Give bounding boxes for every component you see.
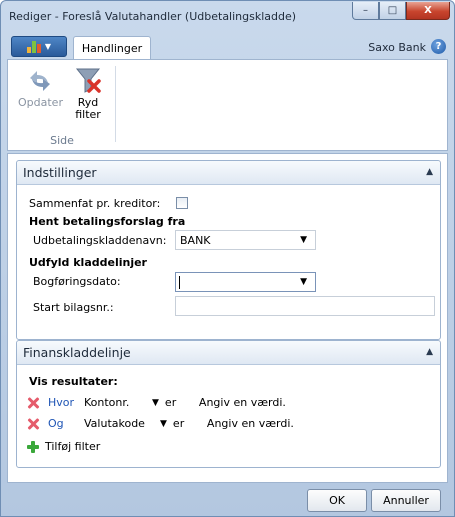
opdater-label: Opdater xyxy=(18,96,63,109)
ribbon-group-label: Side xyxy=(50,134,74,147)
fasttab-header-indstillinger[interactable]: Indstillinger ▲ xyxy=(17,161,440,185)
ribbon-separator xyxy=(115,66,116,142)
chevron-down-icon[interactable]: ▼ xyxy=(160,419,167,429)
window-title: Rediger - Foreslå Valutahandler (Udbetal… xyxy=(9,10,297,23)
fasttab-finanskladdelinje: Finanskladdelinje ▲ Vis resultater: Hvor… xyxy=(16,340,441,468)
fasttab-header-finanskladdelinje[interactable]: Finanskladdelinje ▲ xyxy=(17,341,440,365)
opdater-button[interactable]: Opdater xyxy=(18,66,63,109)
window-controls: – □ X xyxy=(352,2,450,20)
dialog-window: Rediger - Foreslå Valutahandler (Udbetal… xyxy=(0,0,455,517)
filter-row: Og Valutakode ▼ er Angiv en værdi. xyxy=(27,417,294,430)
add-icon xyxy=(27,440,39,453)
add-filter-link[interactable]: Tilføj filter xyxy=(27,440,100,453)
ryd-filter-button[interactable]: Ryd filter xyxy=(74,66,102,121)
startbilag-label: Start bilagsnr.: xyxy=(33,301,114,314)
ribbon-tab-bar: ▼ Handlinger Saxo Bank ? xyxy=(7,33,448,60)
refresh-icon xyxy=(30,71,51,91)
filter-comparison: er xyxy=(172,417,185,430)
chevron-down-icon[interactable]: ▼ xyxy=(300,277,307,287)
sammenfat-label: Sammenfat pr. kreditor: xyxy=(29,197,161,210)
tab-handlinger[interactable]: Handlinger xyxy=(73,36,151,60)
cancel-button[interactable]: Annuller xyxy=(371,489,441,512)
minimize-button[interactable]: – xyxy=(352,2,379,20)
title-bar: Rediger - Foreslå Valutahandler (Udbetal… xyxy=(1,1,454,31)
sammenfat-checkbox[interactable] xyxy=(176,197,188,209)
application-menu-button[interactable]: ▼ xyxy=(11,36,67,57)
text-caret xyxy=(179,276,180,289)
collapse-icon[interactable]: ▲ xyxy=(426,167,433,177)
delete-filter-icon[interactable] xyxy=(27,418,39,430)
filter-operator[interactable]: Hvor xyxy=(48,396,84,409)
bogforingsdato-field[interactable]: ▼ xyxy=(175,272,316,292)
collapse-icon[interactable]: ▲ xyxy=(426,347,433,357)
close-button[interactable]: X xyxy=(406,2,450,20)
add-filter-label: Tilføj filter xyxy=(45,440,101,453)
delete-filter-icon[interactable] xyxy=(27,397,39,409)
fasttab-title: Indstillinger xyxy=(23,165,97,180)
help-icon[interactable]: ? xyxy=(431,39,446,54)
vis-resultater-heading: Vis resultater: xyxy=(29,375,118,388)
filter-operator[interactable]: Og xyxy=(48,417,84,430)
company-name: Saxo Bank xyxy=(368,41,426,54)
clear-filter-icon xyxy=(75,68,101,93)
kladdenavn-label: Udbetalingskladdenavn: xyxy=(33,234,167,247)
startbilag-field[interactable] xyxy=(175,296,435,316)
bogforingsdato-label: Bogføringsdato: xyxy=(33,275,121,288)
kladdenavn-value: BANK xyxy=(180,234,211,247)
udfyld-heading: Udfyld kladdelinjer xyxy=(29,256,147,269)
chevron-down-icon[interactable]: ▼ xyxy=(300,235,307,245)
filter-value[interactable]: Angiv en værdi. xyxy=(199,396,286,409)
chevron-down-icon: ▼ xyxy=(44,42,52,51)
filter-comparison: er xyxy=(164,396,177,409)
kladdenavn-dropdown[interactable]: BANK ▼ xyxy=(175,230,316,250)
filter-field[interactable]: Valutakode xyxy=(84,417,160,430)
maximize-button[interactable]: □ xyxy=(379,2,406,20)
ribbon-panel: Opdater Ryd filter Side xyxy=(7,59,448,151)
hent-heading: Hent betalingsforslag fra xyxy=(29,215,186,228)
filter-row: Hvor Kontonr. ▼ er Angiv en værdi. xyxy=(27,396,286,409)
fasttab-indstillinger: Indstillinger ▲ Sammenfat pr. kreditor: … xyxy=(16,160,441,340)
filter-field[interactable]: Kontonr. xyxy=(84,396,152,409)
ryd-filter-label: Ryd filter xyxy=(75,96,101,121)
ok-button[interactable]: OK xyxy=(307,489,367,512)
dynamics-logo-icon xyxy=(26,40,41,53)
filter-value[interactable]: Angiv en værdi. xyxy=(207,417,294,430)
dialog-content: Indstillinger ▲ Sammenfat pr. kreditor: … xyxy=(7,153,448,483)
chevron-down-icon[interactable]: ▼ xyxy=(152,398,159,408)
fasttab-title: Finanskladdelinje xyxy=(23,345,131,360)
